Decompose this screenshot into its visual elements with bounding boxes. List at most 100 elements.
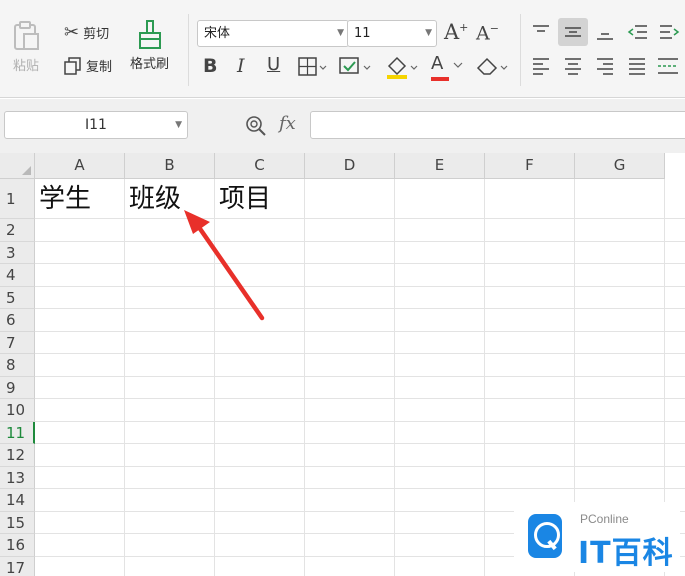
plus-icon: + xyxy=(459,21,469,34)
column-header-d[interactable]: D xyxy=(305,153,395,179)
row-header-17[interactable]: 17 xyxy=(0,556,35,576)
font-size-select[interactable]: 11 ▼ xyxy=(347,20,437,47)
column-gridline xyxy=(124,179,125,576)
align-center-icon[interactable] xyxy=(563,57,583,75)
align-top-icon[interactable] xyxy=(531,24,551,40)
name-box-value: I11 xyxy=(85,117,107,133)
chevron-down-icon: ▼ xyxy=(175,120,182,130)
ribbon-toolbar: 粘贴 ✂ 剪切 复制 格式刷 宋体 ▼ 11 ▼ A+ A− B I U A xyxy=(0,0,685,98)
name-box[interactable]: I11 ▼ xyxy=(4,111,188,139)
row-gridline xyxy=(35,420,685,422)
decrease-font-label: A xyxy=(476,22,490,45)
copy-icon xyxy=(64,56,81,75)
fill-color-icon[interactable] xyxy=(385,54,419,80)
font-color-button[interactable]: A xyxy=(431,53,463,81)
pconline-watermark: PConline IT百科 xyxy=(514,502,680,572)
row-gridline xyxy=(35,263,685,264)
row-gridline xyxy=(35,353,685,354)
format-painter-button[interactable]: 格式刷 xyxy=(130,20,169,72)
zoom-icon[interactable] xyxy=(245,115,267,137)
row-gridline xyxy=(35,330,685,332)
clipboard-icon xyxy=(14,21,39,50)
paste-button[interactable]: 粘贴 xyxy=(6,20,46,74)
underline-button[interactable]: U xyxy=(267,54,280,75)
chevron-down-icon xyxy=(453,62,463,68)
row-gridline xyxy=(35,240,685,242)
row-header-4[interactable]: 4 xyxy=(0,264,35,287)
align-right-icon[interactable] xyxy=(595,57,615,75)
row-header-1[interactable]: 1 xyxy=(0,179,35,219)
font-name-select[interactable]: 宋体 ▼ xyxy=(197,20,349,47)
align-left-icon[interactable] xyxy=(531,57,551,75)
fill-pattern-icon[interactable] xyxy=(339,56,373,78)
fx-button[interactable]: fx xyxy=(279,113,296,134)
increase-font-size-button[interactable]: A+ xyxy=(444,20,468,44)
cell-c1[interactable]: 项目 xyxy=(219,184,271,214)
row-gridline xyxy=(35,488,685,489)
row-header-14[interactable]: 14 xyxy=(0,489,35,512)
column-header-f[interactable]: F xyxy=(485,153,575,179)
row-gridline xyxy=(35,375,685,377)
row-header-10[interactable]: 10 xyxy=(0,399,35,422)
cell-b1[interactable]: 班级 xyxy=(129,184,181,214)
font-size-value: 11 xyxy=(354,26,371,41)
row-gridline xyxy=(35,465,685,467)
row-gridline xyxy=(35,398,685,399)
row-header-11[interactable]: 11 xyxy=(0,421,35,444)
column-header-b[interactable]: B xyxy=(125,153,215,179)
column-header-c[interactable]: C xyxy=(215,153,305,179)
magnifier-logo-icon xyxy=(528,514,562,558)
watermark-brand: PConline xyxy=(580,512,629,526)
cell-a1[interactable]: 学生 xyxy=(39,184,91,214)
distributed-align-icon[interactable] xyxy=(656,57,680,75)
decrease-indent-icon[interactable] xyxy=(627,24,649,42)
increase-font-label: A xyxy=(444,20,460,44)
border-icon[interactable] xyxy=(298,56,328,78)
row-header-9[interactable]: 9 xyxy=(0,376,35,399)
ribbon-separator xyxy=(520,14,521,86)
format-painter-label: 格式刷 xyxy=(130,57,170,72)
row-header-6[interactable]: 6 xyxy=(0,309,35,332)
align-bottom-icon[interactable] xyxy=(595,26,615,42)
copy-button[interactable]: 复制 xyxy=(64,56,112,75)
copy-label: 复制 xyxy=(86,60,113,75)
row-header-15[interactable]: 15 xyxy=(0,511,35,534)
column-header-g[interactable]: G xyxy=(575,153,665,179)
column-header-a[interactable]: A xyxy=(35,153,125,179)
row-header-16[interactable]: 16 xyxy=(0,534,35,557)
column-gridline xyxy=(484,179,485,576)
row-gridline xyxy=(35,443,685,444)
align-middle-icon xyxy=(565,27,581,37)
row-gridline xyxy=(35,308,685,309)
row-header-2[interactable]: 2 xyxy=(0,219,35,242)
row-header-12[interactable]: 12 xyxy=(0,444,35,467)
cut-label: 剪切 xyxy=(83,27,110,42)
cut-button[interactable]: ✂ 剪切 xyxy=(64,22,109,43)
column-gridline xyxy=(304,179,305,576)
row-header-5[interactable]: 5 xyxy=(0,286,35,309)
row-header-8[interactable]: 8 xyxy=(0,354,35,377)
justify-icon[interactable] xyxy=(627,57,647,75)
formula-input[interactable] xyxy=(310,111,685,139)
row-header-3[interactable]: 3 xyxy=(0,241,35,264)
align-middle-button[interactable] xyxy=(558,18,588,46)
paste-label: 粘贴 xyxy=(12,59,39,74)
increase-indent-icon[interactable] xyxy=(658,24,680,42)
font-color-label: A xyxy=(431,53,444,74)
row-header-13[interactable]: 13 xyxy=(0,466,35,489)
column-gridline xyxy=(214,179,215,576)
decrease-font-size-button[interactable]: A− xyxy=(476,22,499,44)
watermark-name: IT百科 xyxy=(578,536,674,571)
formula-row: I11 ▼ fx xyxy=(0,99,685,153)
column-header-e[interactable]: E xyxy=(395,153,485,179)
row-gridline xyxy=(35,285,685,287)
italic-button[interactable]: I xyxy=(237,55,245,77)
eraser-icon[interactable] xyxy=(475,56,511,78)
font-color-swatch xyxy=(431,77,449,81)
column-gridline xyxy=(394,179,395,576)
bold-button[interactable]: B xyxy=(203,55,217,77)
chevron-down-icon: ▼ xyxy=(425,28,432,38)
select-all-button[interactable] xyxy=(0,153,35,179)
ribbon-separator xyxy=(188,14,189,86)
row-header-7[interactable]: 7 xyxy=(0,331,35,354)
